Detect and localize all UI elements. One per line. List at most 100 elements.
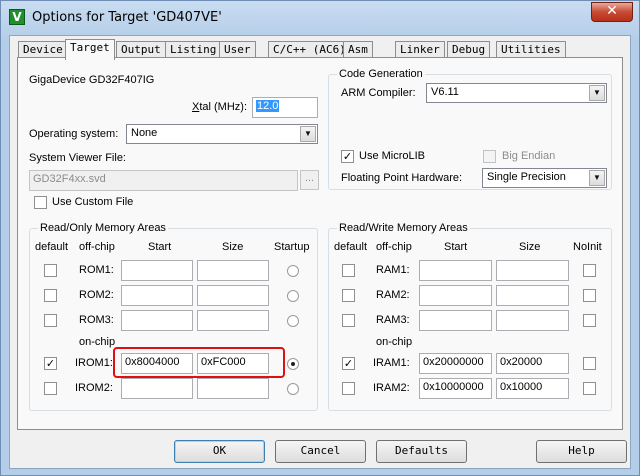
tab-device[interactable]: Device xyxy=(18,41,68,58)
chevron-down-icon: ▼ xyxy=(300,126,316,142)
chevron-down-icon: ▼ xyxy=(589,85,605,101)
ram1-size-input[interactable] xyxy=(496,260,569,281)
readonly-memory-title: Read/Only Memory Areas xyxy=(38,222,168,234)
iram2-start-input[interactable]: 0x10000000 xyxy=(419,378,492,399)
rom1-startup-radio[interactable] xyxy=(287,265,299,277)
rom3-default-checkbox[interactable] xyxy=(44,314,57,327)
keil-app-icon: V xyxy=(9,9,25,25)
ram3-default-checkbox[interactable] xyxy=(342,314,355,327)
ram1-default-checkbox[interactable] xyxy=(342,264,355,277)
custom-file-checkbox[interactable] xyxy=(34,196,47,209)
cancel-button[interactable]: Cancel xyxy=(275,440,366,463)
rom3-startup-radio[interactable] xyxy=(287,315,299,327)
rom2-size-input[interactable] xyxy=(197,285,269,306)
iram1-start-input[interactable]: 0x20000000 xyxy=(419,353,492,374)
close-button[interactable]: ✕ xyxy=(591,2,633,22)
iram1-size-input[interactable]: 0x20000 xyxy=(496,353,569,374)
ram3-start-input[interactable] xyxy=(419,310,492,331)
code-generation-group: Code Generation ARM Compiler: V6.11 ▼ ✓ U… xyxy=(328,68,612,190)
ram2-default-checkbox[interactable] xyxy=(342,289,355,302)
rw-header-start: Start xyxy=(444,241,468,253)
microlib-label: Use MicroLIB xyxy=(359,150,426,162)
iram2-default-checkbox[interactable] xyxy=(342,382,355,395)
tab-debug[interactable]: Debug xyxy=(447,41,491,58)
ram3-size-input[interactable] xyxy=(496,310,569,331)
iram2-noinit-checkbox[interactable] xyxy=(583,382,596,395)
custom-file-label: Use Custom File xyxy=(52,196,134,208)
rw-header-noinit: NoInit xyxy=(573,241,602,253)
iram1-default-checkbox[interactable]: ✓ xyxy=(342,357,355,370)
ro-header-startup: Startup xyxy=(274,241,310,253)
rom2-start-input[interactable] xyxy=(121,285,193,306)
ro-header-offchip: off-chip xyxy=(79,241,115,253)
os-select[interactable]: None ▼ xyxy=(126,124,318,144)
iram2-label: IRAM2: xyxy=(373,382,410,394)
iram1-label: IRAM1: xyxy=(373,357,410,369)
ram3-label: RAM3: xyxy=(376,314,410,326)
big-endian-label: Big Endian xyxy=(502,150,556,162)
tab-linker[interactable]: Linker xyxy=(395,41,445,58)
ram2-noinit-checkbox[interactable] xyxy=(583,289,596,302)
readwrite-memory-group: Read/Write Memory Areas default off-chip… xyxy=(328,222,612,411)
ro-header-start: Start xyxy=(148,241,172,253)
code-generation-title: Code Generation xyxy=(337,68,425,80)
ok-button[interactable]: OK xyxy=(174,440,265,463)
rom2-label: ROM2: xyxy=(79,289,114,301)
rw-header-offchip: off-chip xyxy=(376,241,412,253)
ram1-start-input[interactable] xyxy=(419,260,492,281)
svf-browse-button[interactable]: ... xyxy=(300,170,319,190)
tab-listing[interactable]: Listing xyxy=(165,41,222,58)
irom1-default-checkbox[interactable]: ✓ xyxy=(44,357,57,370)
rom2-startup-radio[interactable] xyxy=(287,290,299,302)
tab-utilities[interactable]: Utilities xyxy=(496,41,566,58)
big-endian-checkbox[interactable] xyxy=(483,150,496,163)
tab-user[interactable]: User xyxy=(219,41,256,58)
target-tab-panel: GigaDevice GD32F407IG Xtal (MHz): 12.0 O… xyxy=(17,57,623,430)
irom1-highlight-annotation xyxy=(113,347,285,378)
readonly-memory-group: Read/Only Memory Areas default off-chip … xyxy=(29,222,318,411)
ram2-start-input[interactable] xyxy=(419,285,492,306)
compiler-label: ARM Compiler: xyxy=(341,87,416,99)
ram2-size-input[interactable] xyxy=(496,285,569,306)
xtal-label-text: tal (MHz): xyxy=(199,101,248,113)
compiler-select[interactable]: V6.11 ▼ xyxy=(426,83,607,103)
title-bar[interactable]: V Options for Target 'GD407VE' ✕ xyxy=(1,1,639,35)
tab-target[interactable]: Target xyxy=(65,39,115,60)
device-name: GigaDevice GD32F407IG xyxy=(29,74,155,86)
microlib-checkbox[interactable]: ✓ xyxy=(341,150,354,163)
window-title: Options for Target 'GD407VE' xyxy=(32,10,222,25)
ram3-noinit-checkbox[interactable] xyxy=(583,314,596,327)
ro-onchip-label: on-chip xyxy=(79,336,116,348)
rom3-start-input[interactable] xyxy=(121,310,193,331)
xtal-input[interactable]: 12.0 xyxy=(252,97,318,118)
rw-header-size: Size xyxy=(519,241,541,253)
rom1-default-checkbox[interactable] xyxy=(44,264,57,277)
rom3-size-input[interactable] xyxy=(197,310,269,331)
irom2-startup-radio[interactable] xyxy=(287,383,299,395)
xtal-label: Xtal (MHz): xyxy=(192,101,247,113)
iram1-noinit-checkbox[interactable] xyxy=(583,357,596,370)
irom1-label: IROM1: xyxy=(75,357,113,369)
chevron-down-icon: ▼ xyxy=(589,170,605,186)
iram2-size-input[interactable]: 0x10000 xyxy=(496,378,569,399)
compiler-value: V6.11 xyxy=(431,86,459,98)
tab-asm[interactable]: Asm xyxy=(343,41,373,58)
irom2-default-checkbox[interactable] xyxy=(44,382,57,395)
irom1-startup-radio[interactable] xyxy=(287,358,299,370)
rom1-label: ROM1: xyxy=(79,264,114,276)
irom2-size-input[interactable] xyxy=(197,378,269,399)
rom1-start-input[interactable] xyxy=(121,260,193,281)
tab-cpp-ac6[interactable]: C/C++ (AC6) xyxy=(268,41,351,58)
defaults-button[interactable]: Defaults xyxy=(376,440,467,463)
rom1-size-input[interactable] xyxy=(197,260,269,281)
fp-hardware-select[interactable]: Single Precision ▼ xyxy=(482,168,607,188)
irom2-start-input[interactable] xyxy=(121,378,193,399)
ro-header-default: default xyxy=(35,241,69,253)
ram2-label: RAM2: xyxy=(376,289,410,301)
svf-input[interactable]: GD32F4xx.svd xyxy=(29,170,298,191)
tab-output[interactable]: Output xyxy=(116,41,166,58)
rom2-default-checkbox[interactable] xyxy=(44,289,57,302)
rom3-label: ROM3: xyxy=(79,314,114,326)
help-button[interactable]: Help xyxy=(536,440,627,463)
ram1-noinit-checkbox[interactable] xyxy=(583,264,596,277)
